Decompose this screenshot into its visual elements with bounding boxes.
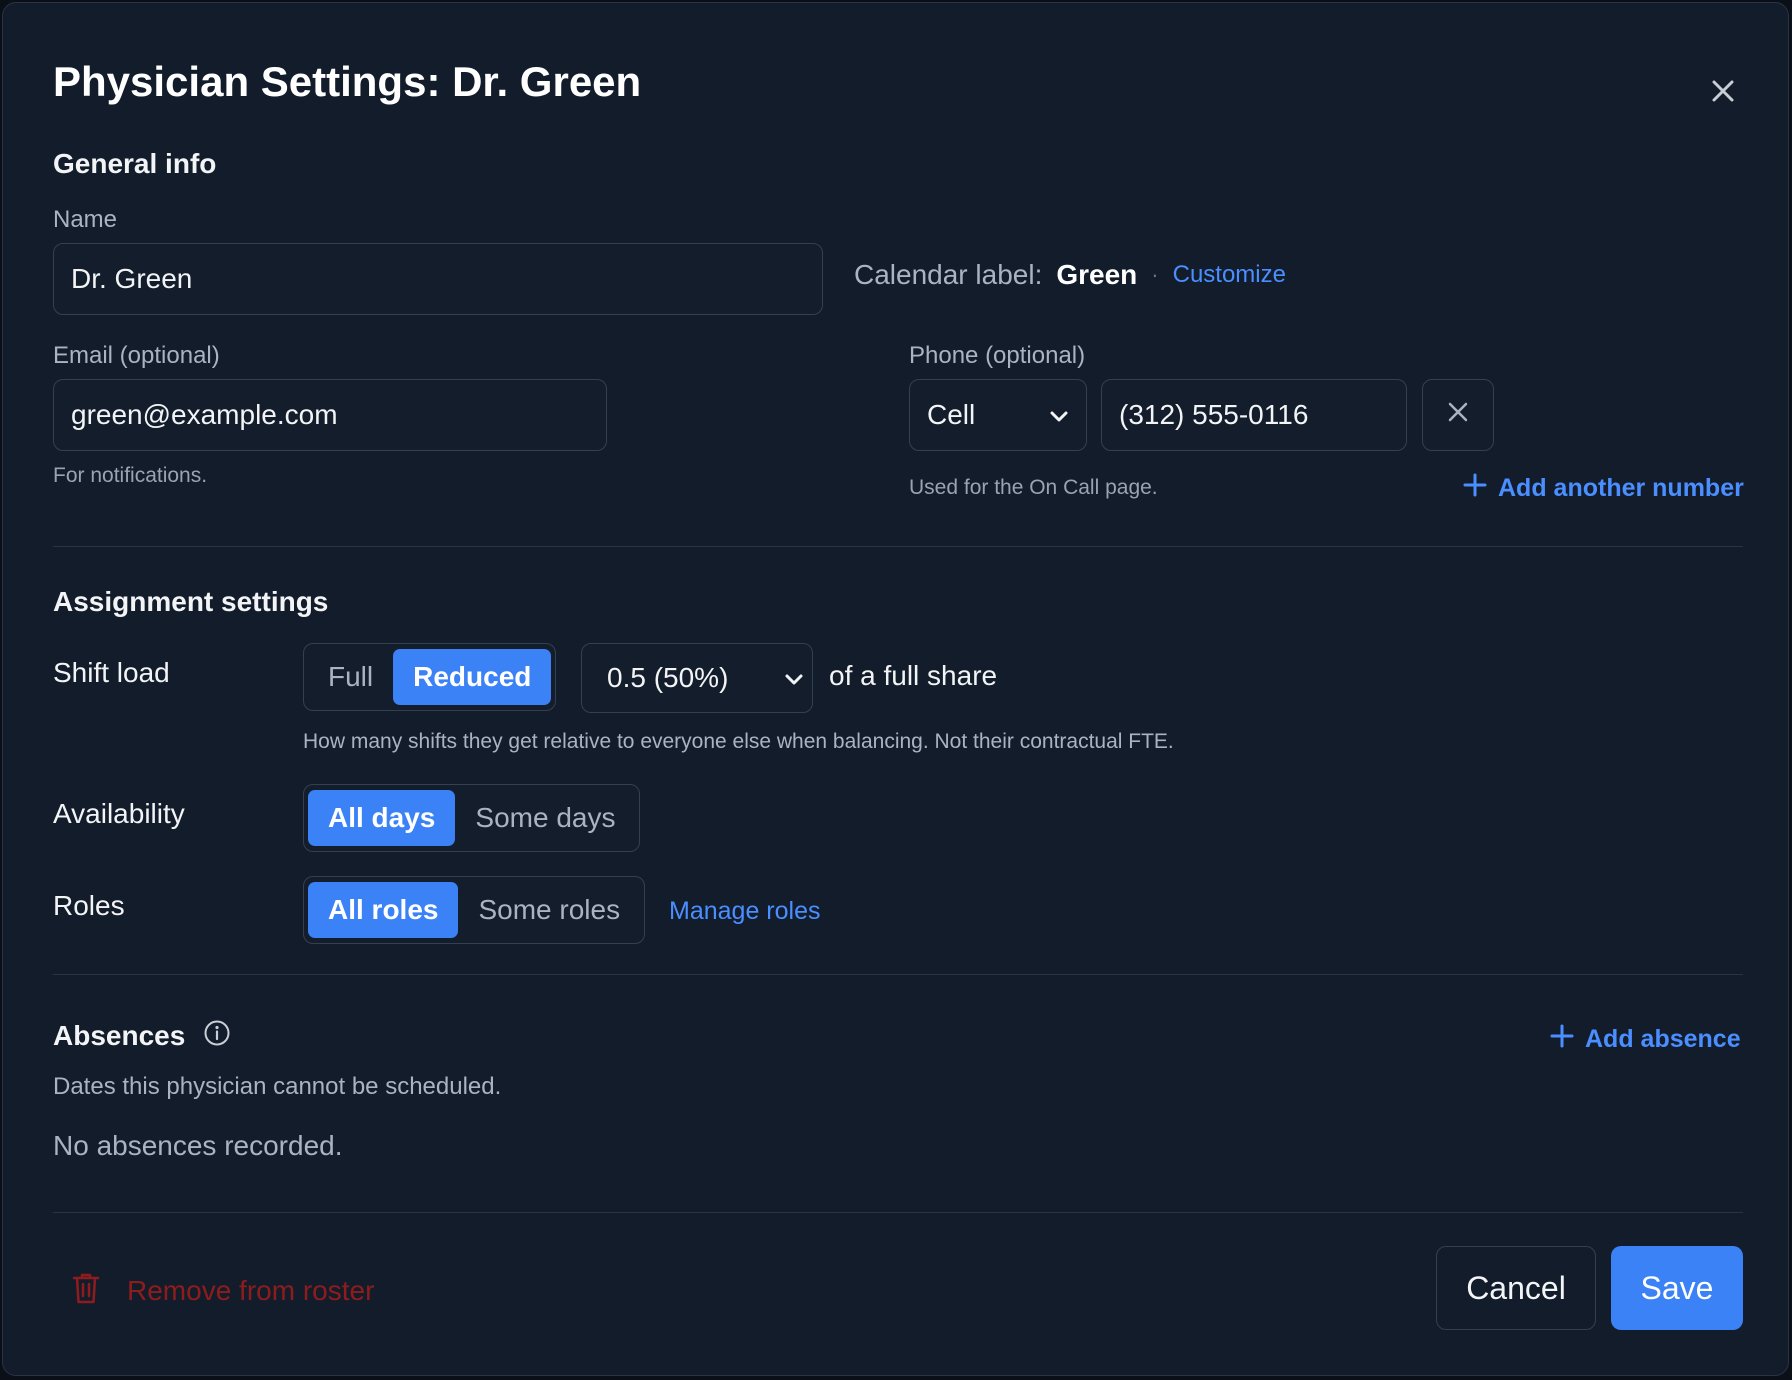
availability-toggle[interactable]: All days Some days [303, 784, 641, 852]
add-absence-button[interactable]: Add absence [1549, 1023, 1741, 1056]
share-suffix: of a full share [829, 660, 998, 691]
remove-phone-button[interactable] [1422, 379, 1494, 451]
absences-description: Dates this physician cannot be scheduled… [53, 1073, 502, 1100]
calendar-label-value: Green [1056, 259, 1138, 290]
phone-number-input[interactable]: (312) 555-0116 [1101, 379, 1407, 451]
dialog-title: Physician Settings: Dr. Green [53, 58, 642, 105]
calendar-label-prefix: Calendar label: [854, 259, 1043, 290]
roles-option-all-roles[interactable]: All roles [308, 882, 459, 938]
physician-settings-dialog: Physician Settings: Dr. Green General in… [2, 2, 1789, 1376]
shift-load-option-full[interactable]: Full [308, 649, 393, 705]
phone-type-select[interactable]: Cell [909, 379, 1087, 451]
phone-number-value: (312) 555-0116 [1119, 399, 1309, 430]
absences-heading: Absences [53, 1019, 186, 1051]
remove-from-roster-label: Remove from roster [127, 1274, 375, 1306]
absences-empty-text: No absences recorded. [53, 1130, 343, 1161]
email-input-value: green@example.com [71, 399, 338, 430]
shift-load-label: Shift load [53, 657, 170, 688]
phone-label: Phone (optional) [909, 342, 1086, 369]
info-icon[interactable] [203, 1019, 231, 1052]
remove-from-roster-button[interactable]: Remove from roster [71, 1271, 374, 1310]
divider [53, 546, 1743, 547]
availability-option-some-days[interactable]: Some days [455, 790, 635, 846]
share-select-value: 0.5 (50%) [607, 662, 729, 693]
divider [53, 974, 1743, 975]
absences-header: Absences [53, 1019, 231, 1052]
shift-load-toggle[interactable]: Full Reduced [303, 643, 557, 711]
name-label: Name [53, 206, 118, 233]
shift-load-help: How many shifts they get relative to eve… [303, 730, 1174, 753]
name-input[interactable]: Dr. Green [53, 243, 823, 315]
save-button[interactable]: Save [1611, 1246, 1743, 1330]
shift-load-option-reduced[interactable]: Reduced [393, 649, 552, 705]
calendar-label-row: Calendar label: Green · Customize [854, 259, 1286, 291]
add-another-number-label: Add another number [1498, 474, 1744, 502]
phone-help: Used for the On Call page. [909, 476, 1158, 499]
phone-type-value: Cell [927, 399, 976, 430]
add-absence-label: Add absence [1585, 1025, 1741, 1053]
availability-label: Availability [53, 798, 185, 829]
availability-option-all-days[interactable]: All days [308, 790, 456, 846]
share-select[interactable]: 0.5 (50%) [581, 643, 813, 713]
cancel-button[interactable]: Cancel [1436, 1246, 1596, 1330]
email-label: Email (optional) [53, 342, 220, 369]
assignment-settings-heading: Assignment settings [53, 586, 329, 617]
chevron-down-icon [1049, 399, 1069, 431]
chevron-down-icon [784, 662, 804, 694]
clear-icon [1445, 399, 1471, 432]
roles-option-some-roles[interactable]: Some roles [458, 882, 640, 938]
manage-roles-link[interactable]: Manage roles [669, 897, 820, 926]
separator-dot: · [1151, 262, 1159, 287]
plus-icon [1549, 1023, 1575, 1056]
email-input[interactable]: green@example.com [53, 379, 607, 451]
email-help: For notifications. [53, 464, 208, 487]
roles-label: Roles [53, 890, 125, 921]
trash-icon [71, 1271, 101, 1310]
divider [53, 1212, 1743, 1213]
roles-toggle[interactable]: All roles Some roles [303, 876, 646, 944]
general-info-heading: General info [53, 148, 217, 179]
add-another-number-button[interactable]: Add another number [1462, 472, 1744, 505]
plus-icon [1462, 472, 1488, 505]
close-icon[interactable] [1703, 71, 1743, 111]
name-input-value: Dr. Green [71, 263, 193, 294]
customize-link[interactable]: Customize [1173, 261, 1286, 289]
